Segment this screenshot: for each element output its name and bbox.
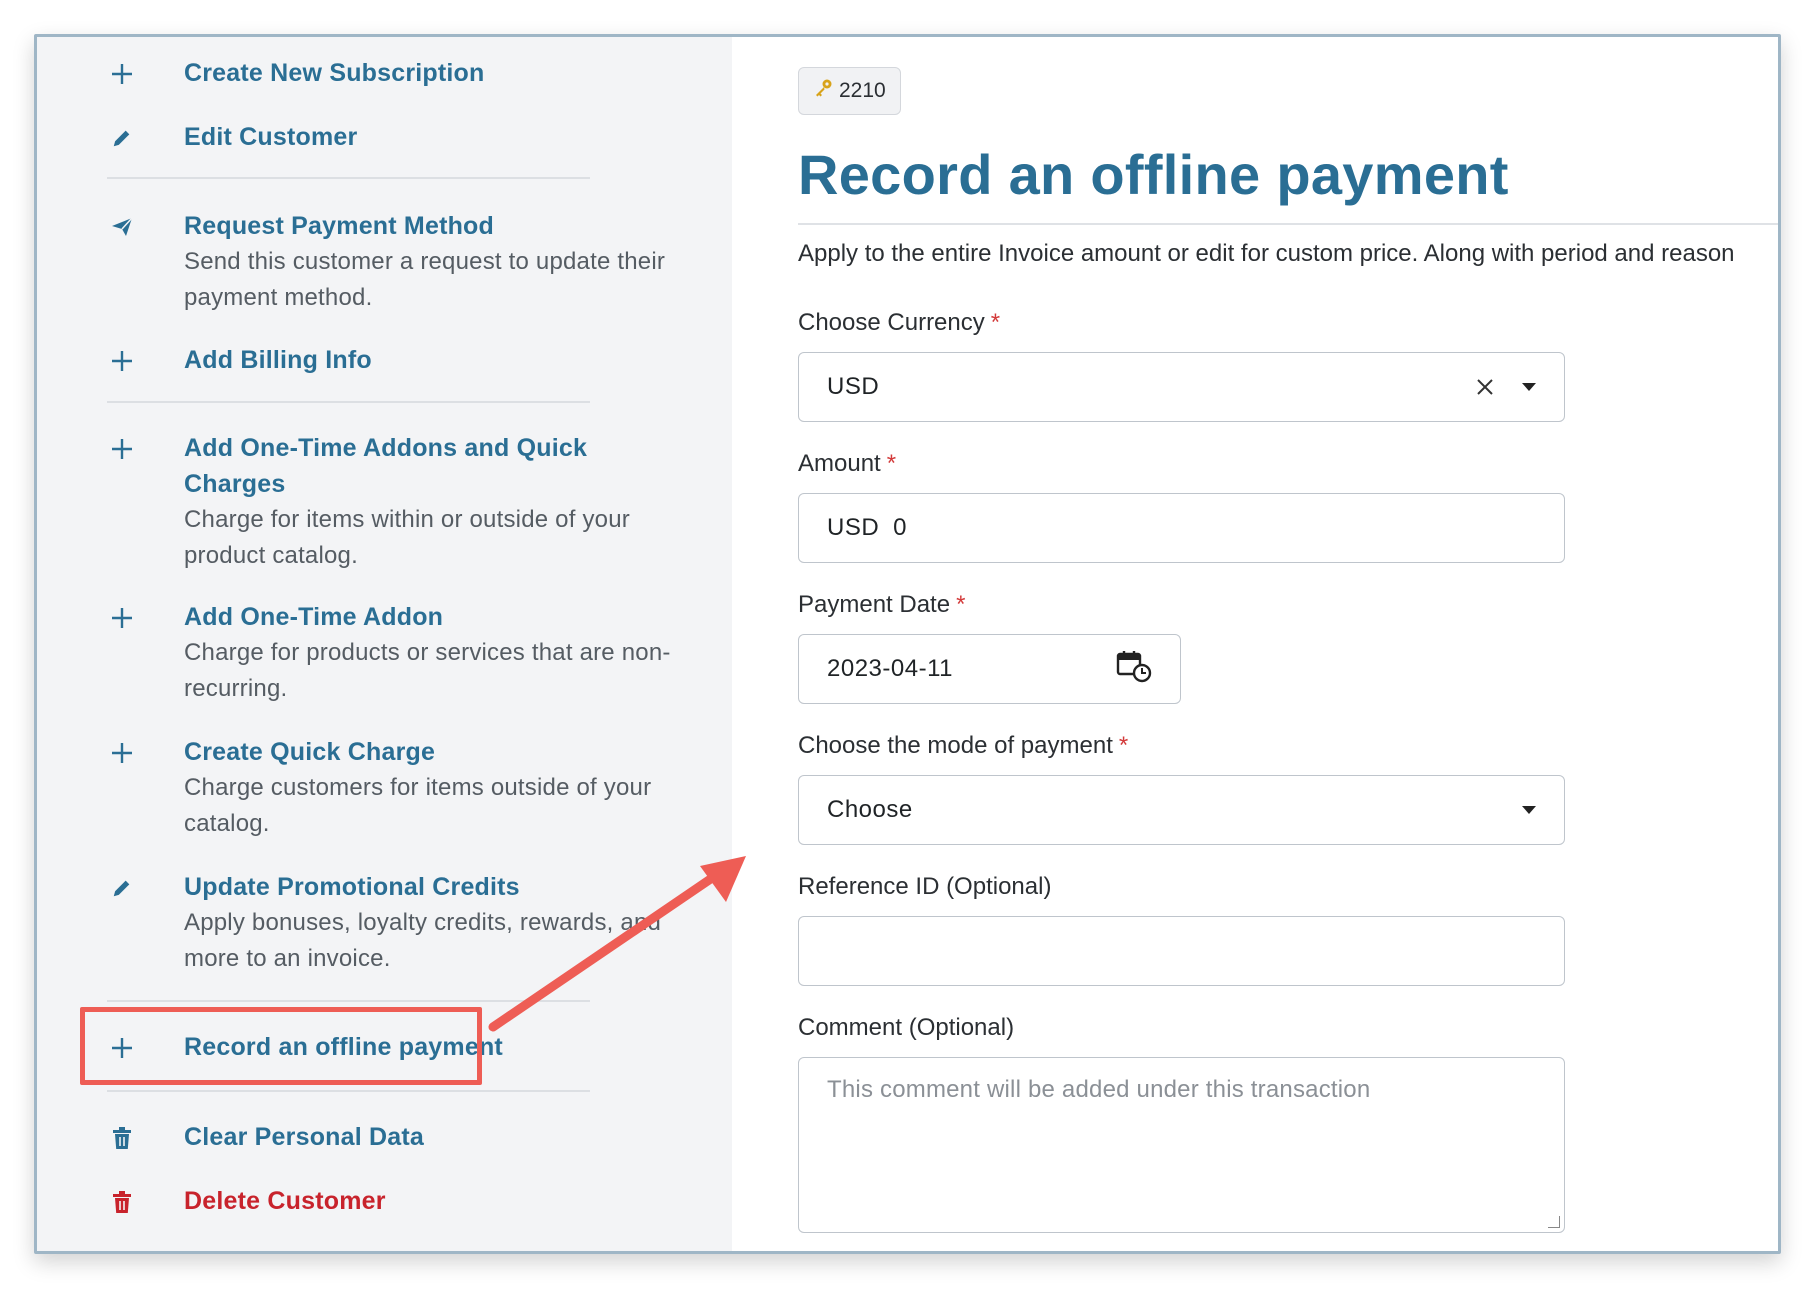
sidebar-item-label: Add Billing Info	[184, 346, 372, 374]
currency-select[interactable]: USD	[798, 352, 1565, 422]
payment-date-value: 2023-04-11	[827, 655, 953, 682]
amount-field[interactable]: USD 0	[798, 493, 1565, 563]
key-icon	[813, 78, 833, 104]
reference-id-input[interactable]	[798, 916, 1565, 986]
sidebar-item-label: Update Promotional Credits	[184, 873, 520, 901]
required-marker: *	[990, 309, 1001, 336]
plus-icon	[107, 346, 137, 376]
sidebar-item-one-time-addon[interactable]: Add One-Time Addon Charge for products o…	[107, 599, 692, 709]
chevron-down-icon	[1522, 806, 1536, 814]
sidebar: Create New Subscription Edit Customer Re…	[37, 37, 732, 1251]
plus-icon	[107, 738, 137, 768]
main-panel: 2210 Record an offline payment Apply to …	[732, 37, 1778, 1251]
sidebar-item-addons-quick-charges[interactable]: Add One-Time Addons and Quick Charges Ch…	[107, 430, 692, 580]
divider	[107, 401, 590, 403]
payment-date-label-text: Payment Date	[798, 591, 951, 618]
payment-date-label: Payment Date *	[798, 591, 965, 619]
divider	[798, 223, 1778, 225]
trash-icon	[107, 1187, 137, 1217]
calendar-clock-icon[interactable]	[1116, 649, 1152, 690]
chevron-down-icon	[1522, 383, 1536, 391]
comment-label: Comment (Optional)	[798, 1014, 1015, 1041]
amount-value: 0	[893, 514, 908, 541]
plus-icon	[107, 603, 137, 633]
sidebar-item-label: Request Payment Method	[184, 212, 495, 240]
pencil-icon	[107, 873, 137, 903]
paper-plane-icon	[107, 212, 137, 242]
sidebar-item-label: Clear Personal Data	[184, 1123, 425, 1151]
payment-mode-value: Choose	[827, 796, 913, 823]
page-subtitle: Apply to the entire Invoice amount or ed…	[798, 240, 1735, 267]
sidebar-item-promotional-credits[interactable]: Update Promotional Credits Apply bonuses…	[107, 869, 692, 979]
sidebar-item-description: Charge for products or services that are…	[184, 639, 671, 702]
sidebar-item-quick-charge[interactable]: Create Quick Charge Charge customers for…	[107, 734, 692, 844]
amount-label-text: Amount	[798, 450, 881, 477]
id-badge: 2210	[798, 67, 901, 115]
plus-icon	[107, 59, 137, 89]
sidebar-item-create-subscription[interactable]: Create New Subscription	[107, 55, 692, 95]
sidebar-item-edit-customer[interactable]: Edit Customer	[107, 119, 692, 159]
sidebar-item-description: Charge for items within or outside of yo…	[184, 506, 630, 569]
divider	[107, 1090, 590, 1092]
badge-text: 2210	[839, 79, 886, 102]
clear-icon[interactable]	[1476, 373, 1494, 401]
amount-currency-prefix: USD	[827, 514, 880, 541]
sidebar-item-add-billing-info[interactable]: Add Billing Info	[107, 342, 692, 382]
sidebar-item-label: Edit Customer	[184, 123, 358, 151]
divider	[107, 177, 590, 179]
currency-label-text: Choose Currency	[798, 309, 985, 336]
sidebar-item-request-payment-method[interactable]: Request Payment Method Send this custome…	[107, 208, 692, 318]
app-window: Create New Subscription Edit Customer Re…	[34, 34, 1781, 1254]
currency-value: USD	[827, 373, 880, 400]
required-marker: *	[886, 450, 897, 477]
payment-mode-label: Choose the mode of payment *	[798, 732, 1128, 760]
sidebar-item-description: Charge customers for items outside of yo…	[184, 774, 652, 837]
page-title: Record an offline payment	[798, 143, 1509, 206]
highlight-annotation-box	[80, 1007, 482, 1085]
sidebar-item-label: Create Quick Charge	[184, 738, 436, 766]
sidebar-item-description: Send this customer a request to update t…	[184, 248, 666, 311]
resize-handle[interactable]	[1548, 1216, 1560, 1228]
comment-textarea[interactable]: This comment will be added under this tr…	[798, 1057, 1565, 1233]
sidebar-item-description: Apply bonuses, loyalty credits, rewards,…	[184, 909, 662, 972]
sidebar-item-label: Add One-Time Addon	[184, 603, 444, 631]
payment-mode-label-text: Choose the mode of payment	[798, 732, 1113, 759]
reference-id-label: Reference ID (Optional)	[798, 873, 1052, 900]
sidebar-item-delete-customer[interactable]: Delete Customer	[107, 1183, 692, 1223]
payment-date-field[interactable]: 2023-04-11	[798, 634, 1181, 704]
payment-mode-select[interactable]: Choose	[798, 775, 1565, 845]
divider	[107, 1000, 590, 1002]
trash-icon	[107, 1123, 137, 1153]
sidebar-item-label: Delete Customer	[184, 1187, 386, 1215]
required-marker: *	[1118, 732, 1129, 759]
sidebar-item-label: Create New Subscription	[184, 59, 485, 87]
comment-placeholder: This comment will be added under this tr…	[827, 1076, 1371, 1103]
plus-icon	[107, 434, 137, 464]
required-marker: *	[956, 591, 966, 618]
currency-label: Choose Currency *	[798, 309, 1000, 337]
amount-label: Amount *	[798, 450, 896, 478]
sidebar-item-label: Add One-Time Addons and Quick Charges	[184, 434, 588, 498]
pencil-icon	[107, 123, 137, 153]
sidebar-item-clear-personal-data[interactable]: Clear Personal Data	[107, 1119, 692, 1159]
